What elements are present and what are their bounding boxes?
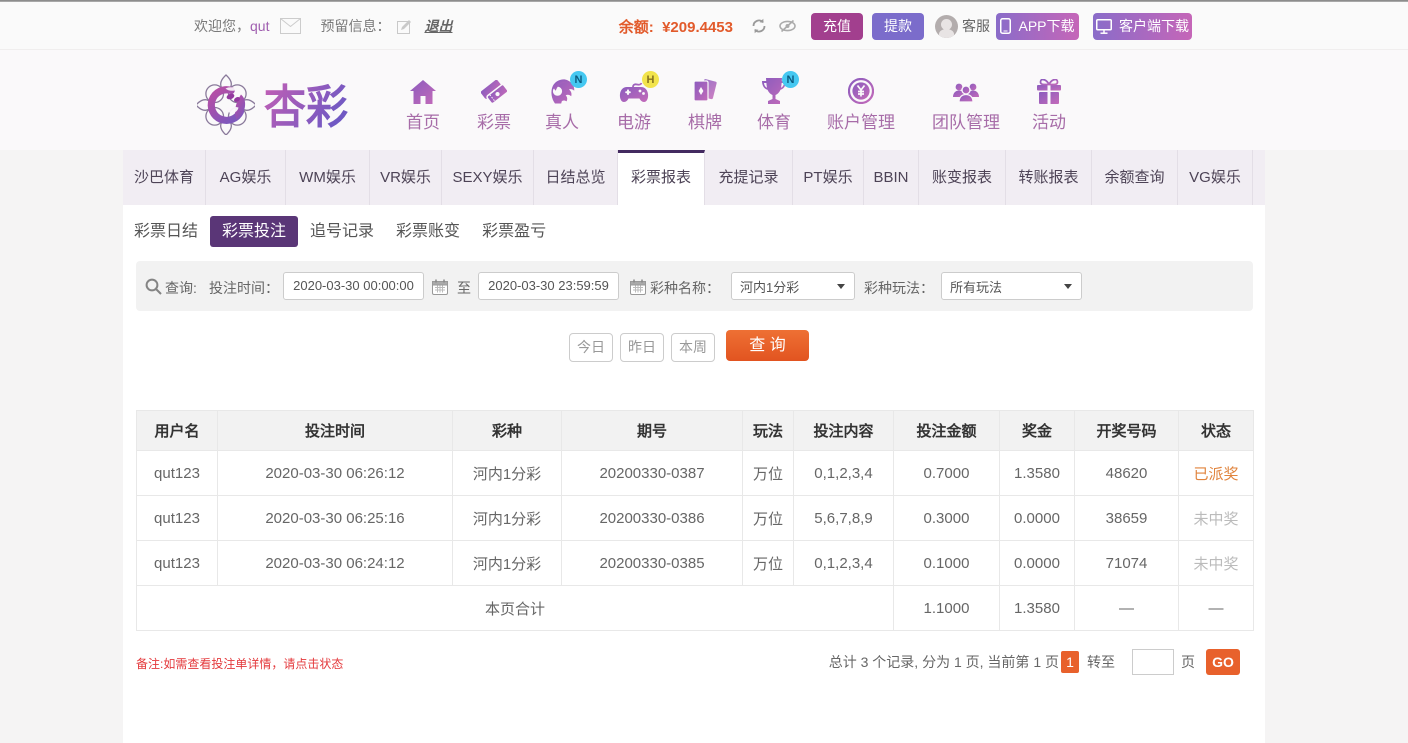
- svg-text:杏彩: 杏彩: [264, 81, 348, 133]
